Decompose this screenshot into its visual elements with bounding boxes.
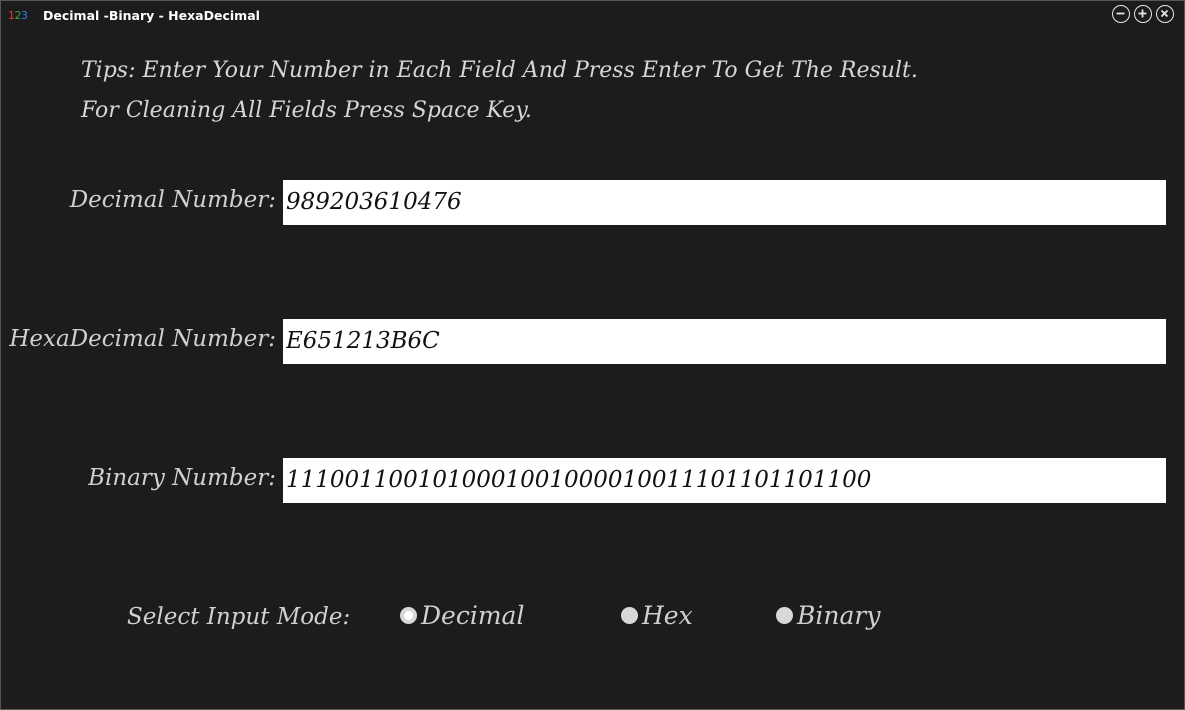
close-icon[interactable] [1156, 5, 1174, 23]
title-bar[interactable]: 123 Decimal -Binary - HexaDecimal [1, 1, 1184, 31]
radio-binary[interactable]: Binary [776, 601, 880, 630]
app-icon: 123 [8, 9, 28, 22]
app-window: 123 Decimal -Binary - HexaDecimal Tips: … [0, 0, 1185, 710]
maximize-icon[interactable] [1134, 5, 1152, 23]
decimal-input[interactable] [283, 180, 1166, 225]
radio-unchecked-icon[interactable] [776, 607, 793, 624]
hex-input[interactable] [283, 319, 1166, 364]
radio-hex[interactable]: Hex [621, 601, 693, 630]
radio-decimal[interactable]: Decimal [400, 601, 524, 630]
tips-text: Tips: Enter Your Number in Each Field An… [81, 51, 918, 131]
radio-unchecked-icon[interactable] [621, 607, 638, 624]
radio-decimal-label: Decimal [421, 601, 525, 630]
radio-hex-label: Hex [642, 601, 693, 630]
binary-label: Binary Number: [88, 465, 276, 491]
radio-binary-label: Binary [797, 601, 881, 630]
window-title: Decimal -Binary - HexaDecimal [43, 8, 260, 23]
input-mode-label: Select Input Mode: [127, 604, 351, 630]
window-controls [1112, 5, 1174, 23]
hex-label: HexaDecimal Number: [9, 326, 276, 352]
minimize-icon[interactable] [1112, 5, 1130, 23]
tips-line-1: Tips: Enter Your Number in Each Field An… [81, 58, 918, 83]
radio-checked-icon[interactable] [400, 607, 417, 624]
binary-input[interactable] [283, 458, 1166, 503]
tips-line-2: For Cleaning All Fields Press Space Key. [81, 98, 532, 123]
decimal-label: Decimal Number: [69, 187, 276, 213]
